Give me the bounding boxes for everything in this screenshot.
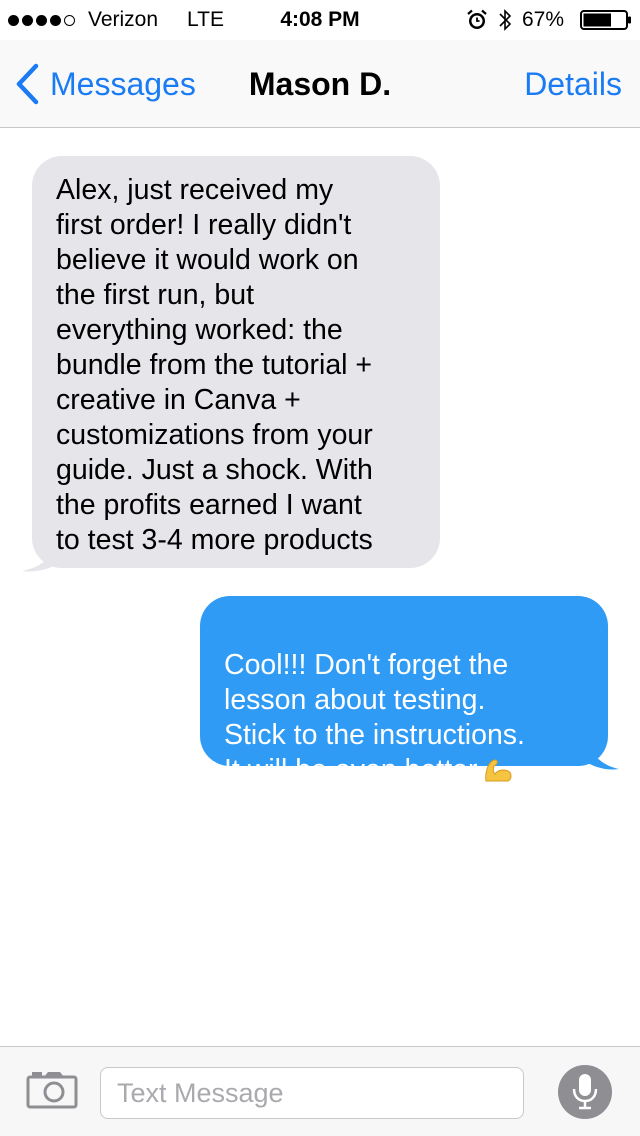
message-input-bar — [0, 1046, 640, 1136]
text-message-field[interactable] — [100, 1067, 524, 1119]
incoming-message-text: Alex, just received my first order! I re… — [56, 174, 373, 556]
camera-icon[interactable] — [26, 1069, 78, 1109]
microphone-button[interactable] — [558, 1065, 612, 1119]
text-message-input[interactable] — [101, 1068, 523, 1118]
battery-icon — [580, 10, 631, 30]
status-bar: Verizon LTE 4:08 PM 67% — [0, 0, 640, 40]
message-thread[interactable]: Alex, just received my first order! I re… — [0, 129, 640, 1046]
details-button[interactable]: Details — [524, 66, 622, 103]
alarm-icon — [467, 9, 487, 29]
outgoing-message-bubble[interactable]: Cool!!! Don't forget the lesson about te… — [200, 596, 608, 786]
incoming-message-bubble[interactable]: Alex, just received my first order! I re… — [32, 156, 440, 568]
outgoing-message-text: Cool!!! Don't forget the lesson about te… — [224, 649, 525, 786]
navigation-bar: Messages Mason D. Details — [0, 40, 640, 128]
bluetooth-icon — [499, 9, 512, 31]
flexed-biceps-emoji — [485, 759, 512, 782]
battery-percentage: 67% — [522, 8, 565, 31]
microphone-icon — [572, 1074, 598, 1110]
